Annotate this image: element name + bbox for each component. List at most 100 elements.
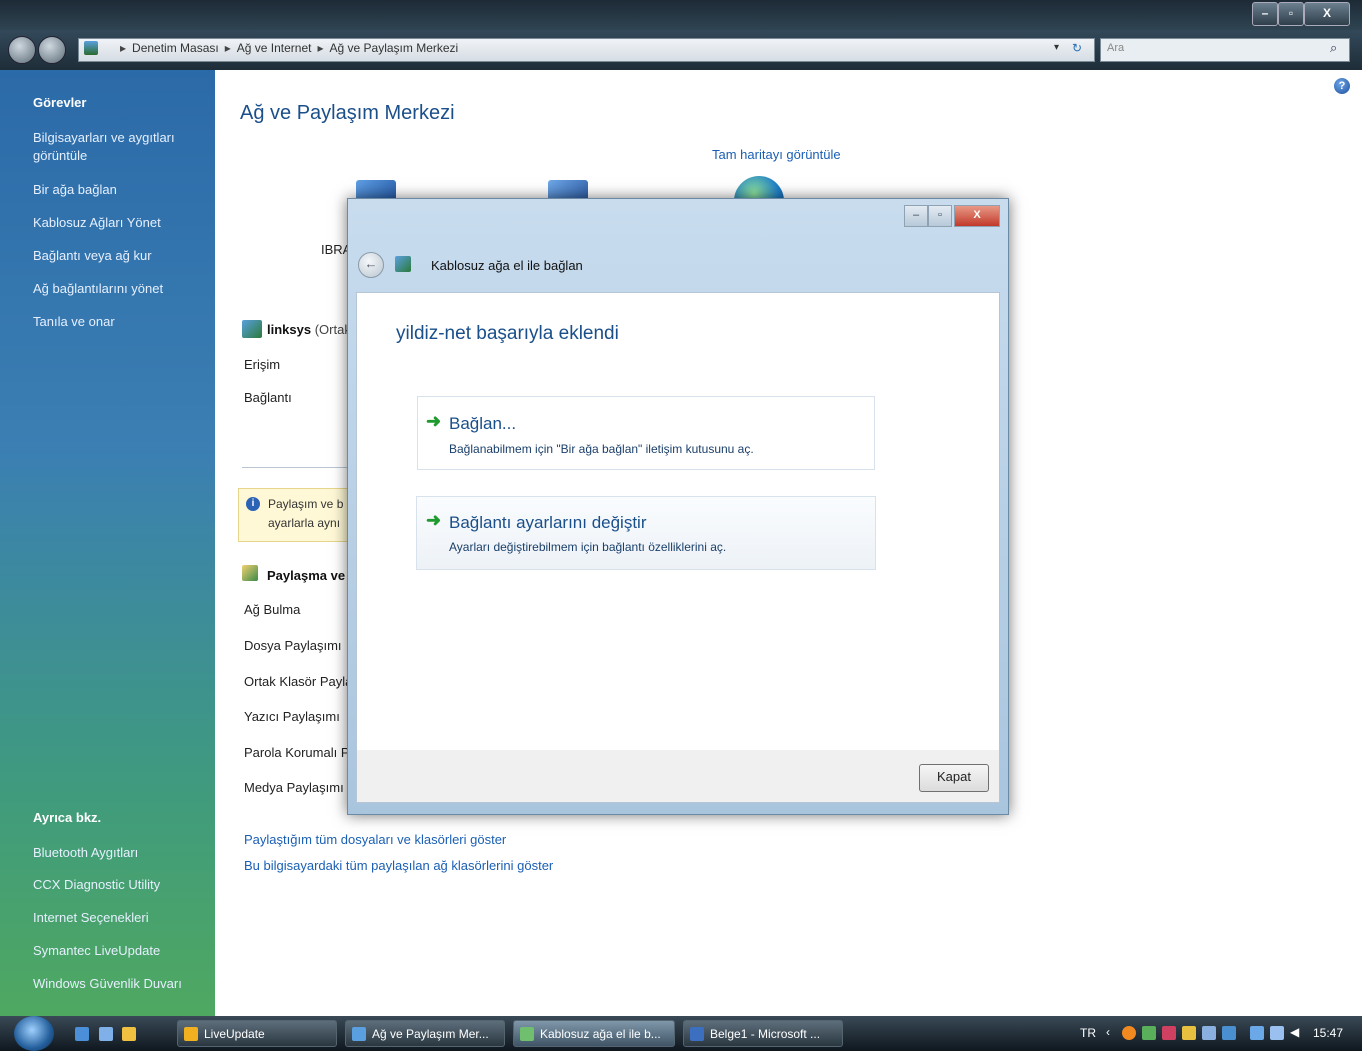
back-arrow-icon[interactable] xyxy=(8,36,36,64)
volume-icon[interactable]: ◀ xyxy=(1290,1025,1299,1039)
minimize-button[interactable]: – xyxy=(1252,2,1278,26)
connection-label: Bağlantı xyxy=(244,390,292,405)
refresh-icon[interactable]: ↻ xyxy=(1072,41,1082,55)
taskbar-button-network-center[interactable]: Ağ ve Paylaşım Mer... xyxy=(345,1020,505,1047)
tray-app-icon[interactable] xyxy=(1222,1026,1236,1040)
breadcrumb: ▸ Denetim Masası ▸ Ağ ve Internet ▸ Ağ ve Pay… xyxy=(120,41,458,55)
dialog-footer xyxy=(356,750,1000,803)
taskbar-button-wireless-dialog[interactable]: Kablosuz ağa el ile b... xyxy=(513,1020,675,1047)
info-icon: i xyxy=(246,497,260,511)
chevron-right-icon: ▸ xyxy=(224,41,231,55)
change-settings-option[interactable] xyxy=(416,496,876,570)
sharing-row-discovery: Ağ Bulma xyxy=(244,602,301,617)
see-also-link-ccx[interactable]: CCX Diagnostic Utility xyxy=(33,876,203,894)
window-title-bar xyxy=(0,0,1362,30)
show-shared-folders-link[interactable]: Bu bilgisayardaki tüm paylaşılan ağ klas… xyxy=(244,858,553,873)
task-link-manage-wireless[interactable]: Kablosuz Ağları Yönet xyxy=(33,214,203,232)
connect-option-subtitle: Bağlanabilmem için "Bir ağa bağlan" ilet… xyxy=(449,442,754,456)
taskbar-button-label: Kablosuz ağa el ile b... xyxy=(540,1027,661,1041)
sharing-row-printer: Yazıcı Paylaşımı xyxy=(244,709,340,724)
task-link-view-computers[interactable]: Bilgisayarları ve aygıtları görüntüle xyxy=(33,129,203,165)
show-desktop-icon[interactable] xyxy=(75,1027,89,1041)
search-input[interactable] xyxy=(1100,38,1350,62)
chevron-right-icon: ▸ xyxy=(120,41,127,55)
close-window-button[interactable]: X xyxy=(1304,2,1350,26)
search-placeholder: Ara xyxy=(1107,42,1125,54)
language-indicator[interactable]: TR xyxy=(1080,1026,1096,1040)
green-arrow-icon: ➜ xyxy=(426,510,442,530)
dialog-close-button[interactable]: X xyxy=(954,205,1000,227)
chevron-left-icon[interactable]: ‹ xyxy=(1106,1025,1110,1039)
see-also-link-firewall[interactable]: Windows Güvenlik Duvarı xyxy=(33,975,203,993)
word-document-icon xyxy=(690,1027,704,1041)
page-title: Ağ ve Paylaşım Merkezi xyxy=(240,102,455,124)
tasks-heading: Görevler xyxy=(33,95,87,110)
see-also-link-internet-options[interactable]: Internet Seçenekleri xyxy=(33,909,203,927)
see-also-link-symantec[interactable]: Symantec LiveUpdate xyxy=(33,942,203,960)
taskbar-button-word[interactable]: Belge1 - Microsoft ... xyxy=(683,1020,843,1047)
sharing-icon xyxy=(242,565,258,581)
tray-app-icon[interactable] xyxy=(1202,1026,1216,1040)
see-also-heading: Ayrıca bkz. xyxy=(33,810,102,825)
sharing-row-password: Parola Korumalı Pa xyxy=(244,745,357,760)
display-icon[interactable] xyxy=(1270,1026,1284,1040)
divider xyxy=(242,467,347,468)
dialog-heading: yildiz-net başarıyla eklendi xyxy=(396,323,619,344)
sharing-row-public-folder: Ortak Klasör Payla xyxy=(244,674,353,689)
tray-app-icon[interactable] xyxy=(1122,1026,1136,1040)
info-text-line1: Paylaşım ve b xyxy=(268,497,344,511)
taskbar-button-label: LiveUpdate xyxy=(204,1027,265,1041)
start-button[interactable] xyxy=(14,1016,54,1051)
show-shared-files-link[interactable]: Paylaştığım tüm dosyaları ve klasörleri … xyxy=(244,832,506,847)
dialog-back-icon[interactable]: ← xyxy=(358,252,384,278)
tray-app-icon[interactable] xyxy=(1142,1026,1156,1040)
see-also-link-bluetooth[interactable]: Bluetooth Aygıtları xyxy=(33,844,203,862)
taskbar-button-label: Belge1 - Microsoft ... xyxy=(710,1027,821,1041)
close-button[interactable]: Kapat xyxy=(919,764,989,792)
forward-arrow-icon[interactable] xyxy=(38,36,66,64)
task-link-setup-connection[interactable]: Bağlantı veya ağ kur xyxy=(33,247,203,265)
network-center-icon xyxy=(84,41,98,55)
connect-option-title: Bağlan... xyxy=(449,414,517,433)
media-player-icon[interactable] xyxy=(122,1027,136,1041)
green-arrow-icon: ➜ xyxy=(426,411,442,431)
wireless-network-icon xyxy=(242,320,262,338)
breadcrumb-item-network-sharing-center[interactable]: Ağ ve Paylaşım Merkezi xyxy=(330,41,459,55)
clock[interactable]: 15:47 xyxy=(1313,1026,1343,1040)
tray-app-icon[interactable] xyxy=(1182,1026,1196,1040)
switch-windows-icon[interactable] xyxy=(99,1027,113,1041)
network-center-icon xyxy=(352,1027,366,1041)
search-icon[interactable]: ⌕ xyxy=(1330,40,1337,56)
network-status-icon[interactable] xyxy=(1250,1026,1264,1040)
wireless-icon xyxy=(520,1027,534,1041)
task-link-connect-network[interactable]: Bir ağa bağlan xyxy=(33,181,203,199)
chevron-right-icon: ▸ xyxy=(317,41,324,55)
taskbar-button-label: Ağ ve Paylaşım Mer... xyxy=(372,1027,489,1041)
view-full-map-link[interactable]: Tam haritayı görüntüle xyxy=(712,147,841,162)
maximize-button[interactable]: ▫ xyxy=(1278,2,1304,26)
change-settings-option-title: Bağlantı ayarlarını değiştir xyxy=(449,513,647,532)
dialog-title: Kablosuz ağa el ile bağlan xyxy=(431,258,583,273)
taskbar-button-liveupdate[interactable]: LiveUpdate xyxy=(177,1020,337,1047)
task-link-manage-connections[interactable]: Ağ bağlantılarını yönet xyxy=(33,280,203,298)
info-text-line2: ayarlarla aynı xyxy=(268,516,341,530)
help-icon[interactable]: ? xyxy=(1334,78,1350,94)
network-type: (Ortak xyxy=(314,322,351,337)
task-pane xyxy=(0,70,215,1016)
sharing-row-media: Medya Paylaşımı xyxy=(244,780,344,795)
chevron-down-icon[interactable]: ▾ xyxy=(1054,42,1059,53)
sharing-row-file: Dosya Paylaşımı xyxy=(244,638,342,653)
dialog-minimize-button[interactable]: – xyxy=(904,205,928,227)
breadcrumb-item-control-panel[interactable]: Denetim Masası xyxy=(132,41,219,55)
change-settings-option-subtitle: Ayarları değiştirebilmem için bağlantı ö… xyxy=(449,540,727,554)
network-name: linksys (Ortak xyxy=(267,322,351,337)
dialog-maximize-button[interactable]: ▫ xyxy=(928,205,952,227)
breadcrumb-item-network-internet[interactable]: Ağ ve Internet xyxy=(237,41,312,55)
liveupdate-icon xyxy=(184,1027,198,1041)
tray-app-icon[interactable] xyxy=(1162,1026,1176,1040)
wireless-icon xyxy=(395,256,411,272)
sharing-section-heading: Paylaşma ve B xyxy=(267,568,359,583)
access-label: Erişim xyxy=(244,357,281,372)
task-link-diagnose-repair[interactable]: Tanıla ve onar xyxy=(33,313,203,331)
network-name-text: linksys xyxy=(267,322,312,337)
